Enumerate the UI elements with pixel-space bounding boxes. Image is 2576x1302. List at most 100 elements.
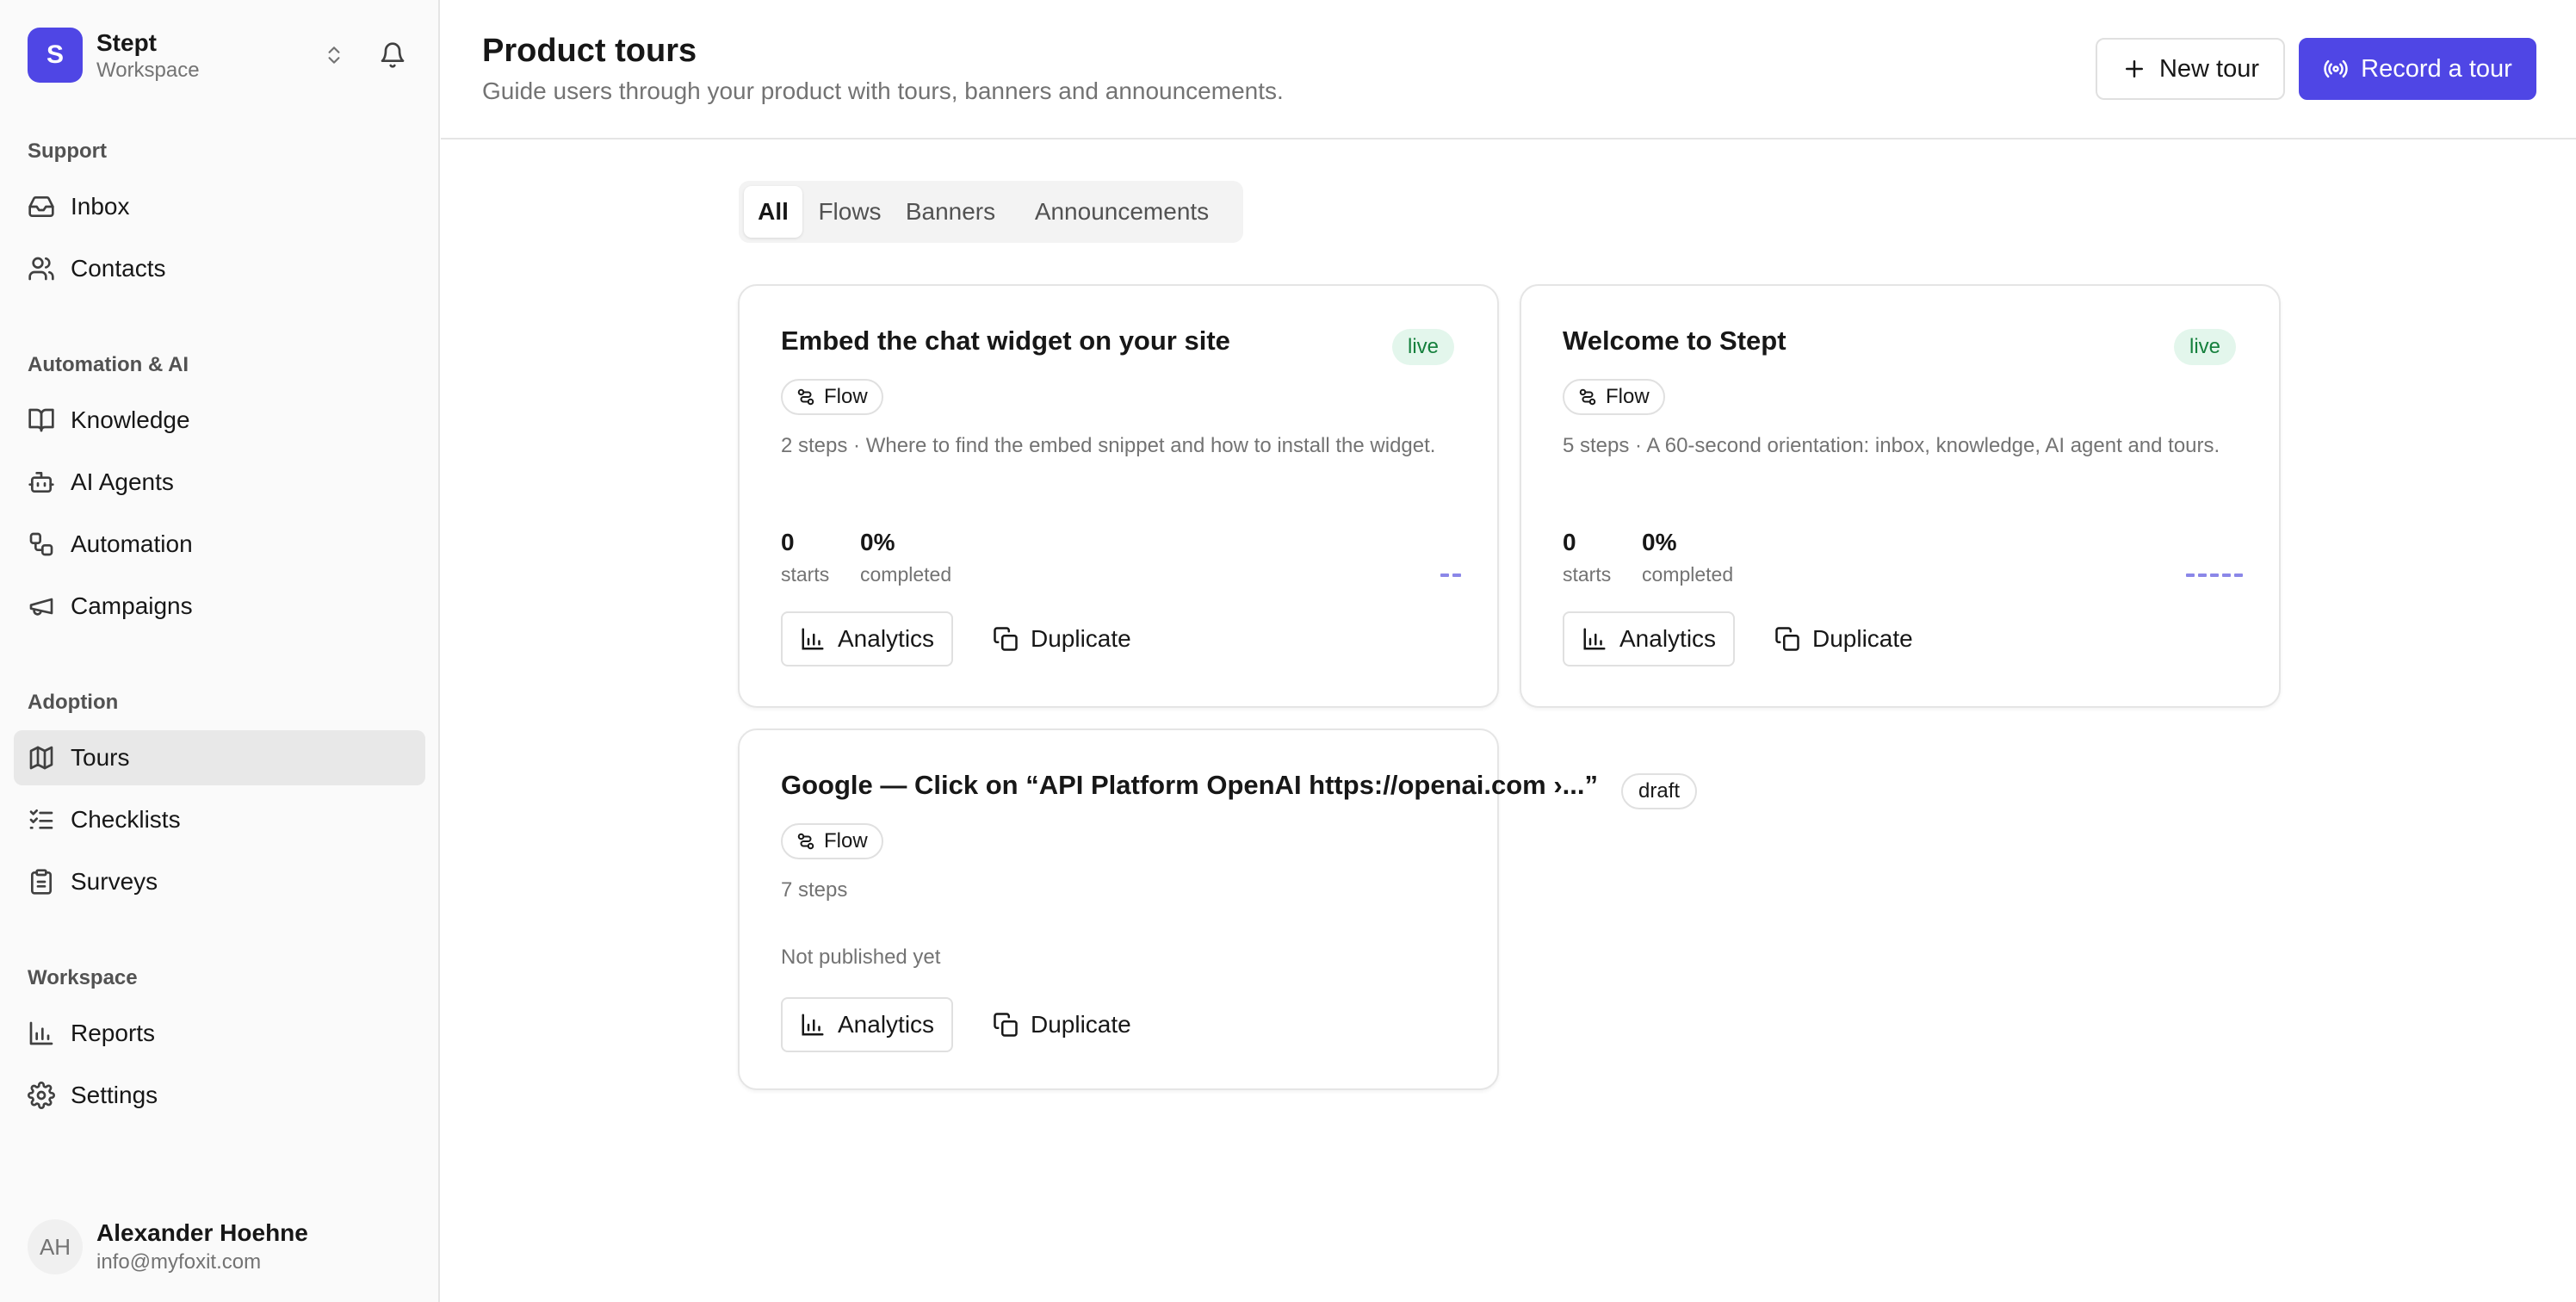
map-icon — [29, 746, 53, 770]
inbox-icon — [28, 196, 54, 217]
tour-type-chip: Flow — [781, 823, 883, 859]
step-funnel-sparkline — [2186, 574, 2243, 577]
sidebar-item-checklists[interactable]: Checklists — [14, 792, 425, 847]
new-tour-button[interactable]: New tour — [2096, 38, 2285, 100]
sidebar-item-knowledge[interactable]: Knowledge — [14, 393, 425, 448]
tour-description: 7 steps — [781, 878, 848, 902]
workspace-name: Stept — [96, 29, 157, 56]
flow-icon — [1579, 388, 1596, 406]
page-title: Product tours — [482, 33, 697, 69]
workspace-avatar: S — [28, 28, 83, 83]
tour-card[interactable]: Google — Click on “API Platform OpenAI h… — [738, 728, 1698, 1090]
tour-type-chip: Flow — [781, 379, 883, 415]
broadcast-icon — [2324, 59, 2348, 78]
tab-announcements[interactable]: Announcements — [1009, 186, 1235, 238]
duplicate-label: Duplicate — [1031, 1011, 1131, 1038]
plus-icon — [2125, 60, 2143, 78]
user-menu[interactable]: AH Alexander Hoehne info@myfoxit.com — [28, 1219, 424, 1274]
sidebar-item-label: Knowledge — [71, 406, 190, 433]
step-dash — [2198, 574, 2207, 577]
duplicate-label: Duplicate — [1031, 625, 1131, 652]
step-dash — [2186, 574, 2195, 577]
sidebar-item-inbox[interactable]: Inbox — [14, 179, 425, 234]
tour-description: 2 steps · Where to find the embed snippe… — [781, 434, 1436, 457]
starts-label: starts — [781, 563, 830, 586]
copy-icon — [1775, 627, 1799, 651]
user-email: info@myfoxit.com — [96, 1250, 262, 1274]
analytics-label: Analytics — [838, 1011, 935, 1038]
tab-banners[interactable]: Banners — [897, 186, 1004, 238]
gear-icon — [28, 1082, 55, 1109]
users-icon — [28, 257, 54, 281]
workspace-switcher[interactable]: S Stept Workspace — [28, 28, 413, 83]
step-dash — [1440, 574, 1449, 577]
sidebar-item-label: AI Agents — [71, 468, 174, 495]
copy-icon — [994, 627, 1018, 651]
analytics-label: Analytics — [1619, 625, 1717, 652]
tour-type-label: Flow — [824, 829, 868, 852]
tour-type-tabs: All Flows Banners Announcements — [739, 181, 1243, 243]
tab-flows[interactable]: Flows — [808, 186, 892, 238]
sidebar-item-label: Automation — [71, 530, 193, 557]
tour-title: Welcome to Stept — [1563, 326, 1786, 356]
sidebar-item-contacts[interactable]: Contacts — [14, 241, 425, 296]
sidebar-item-ai-agents[interactable]: AI Agents — [14, 455, 425, 510]
record-tour-label: Record a tour — [2361, 54, 2512, 83]
tour-description: 5 steps · A 60-second orientation: inbox… — [1563, 434, 2220, 457]
starts-label: starts — [1563, 563, 1612, 586]
starts-count: 0 — [781, 529, 795, 555]
tour-card[interactable]: Welcome to Stept live Flow 5 steps · A 6… — [1520, 284, 2281, 708]
user-name: Alexander Hoehne — [96, 1219, 308, 1246]
sidebar-item-label: Contacts — [71, 255, 166, 282]
megaphone-icon — [29, 598, 53, 616]
bar-chart-icon — [1583, 628, 1606, 650]
duplicate-button[interactable]: Duplicate — [1774, 611, 1930, 666]
bar-chart-icon — [29, 1021, 53, 1045]
tour-type-chip: Flow — [1563, 379, 1665, 415]
analytics-button[interactable]: Analytics — [781, 611, 954, 666]
bell-icon[interactable] — [374, 36, 412, 74]
flow-icon — [797, 388, 814, 406]
completed-percent: 0% — [860, 529, 895, 555]
book-icon — [28, 408, 54, 432]
bar-chart-icon — [802, 628, 824, 650]
section-label-adoption: Adoption — [28, 691, 119, 714]
new-tour-label: New tour — [2158, 54, 2260, 83]
checklist-icon — [29, 809, 53, 829]
bot-icon — [28, 472, 54, 493]
sidebar-item-reports[interactable]: Reports — [14, 1006, 425, 1061]
not-published-note: Not published yet — [781, 946, 941, 969]
sidebar-item-settings[interactable]: Settings — [14, 1068, 425, 1123]
sidebar-item-label: Surveys — [71, 868, 158, 895]
section-label-automation: Automation & AI — [28, 353, 189, 376]
tour-title: Google — Click on “API Platform OpenAI h… — [781, 770, 1599, 800]
analytics-label: Analytics — [838, 625, 935, 652]
status-badge: live — [1392, 329, 1455, 365]
record-tour-button[interactable]: Record a tour — [2299, 38, 2536, 100]
analytics-button[interactable]: Analytics — [781, 997, 954, 1052]
tour-type-label: Flow — [1606, 385, 1650, 408]
sidebar-item-label: Reports — [71, 1020, 156, 1046]
sidebar-item-label: Tours — [71, 744, 130, 771]
completed-label: completed — [860, 563, 952, 586]
sidebar-item-label: Settings — [71, 1082, 158, 1108]
tour-card[interactable]: Embed the chat widget on your site live … — [738, 284, 1499, 708]
tour-title: Embed the chat widget on your site — [781, 326, 1230, 356]
page-header: Product tours Guide users through your p… — [441, 0, 2576, 140]
sidebar-item-label: Inbox — [71, 193, 130, 220]
sidebar-item-tours[interactable]: Tours — [14, 730, 425, 785]
duplicate-label: Duplicate — [1812, 625, 1913, 652]
copy-icon — [994, 1013, 1018, 1037]
sidebar-item-label: Checklists — [71, 806, 181, 833]
analytics-button[interactable]: Analytics — [1563, 611, 1736, 666]
chevrons-up-down-icon[interactable] — [317, 38, 351, 72]
flow-icon — [797, 833, 814, 850]
duplicate-button[interactable]: Duplicate — [993, 611, 1149, 666]
duplicate-button[interactable]: Duplicate — [993, 997, 1149, 1052]
sidebar-item-automation[interactable]: Automation — [14, 517, 425, 572]
sidebar-item-campaigns[interactable]: Campaigns — [14, 579, 425, 634]
starts-count: 0 — [1563, 529, 1576, 555]
section-label-workspace: Workspace — [28, 966, 138, 989]
sidebar-item-surveys[interactable]: Surveys — [14, 854, 425, 909]
tab-all[interactable]: All — [744, 186, 802, 238]
